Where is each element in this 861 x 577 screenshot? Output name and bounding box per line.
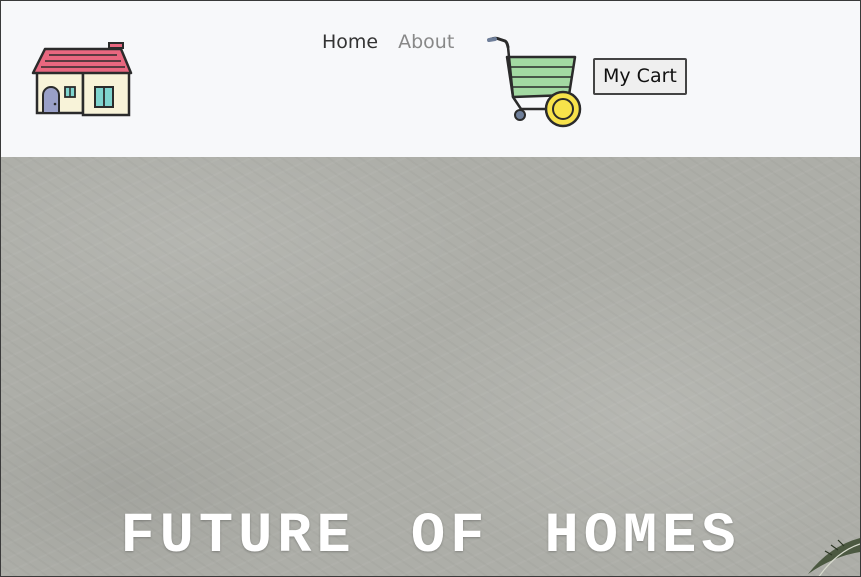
plant-leaf-icon: [808, 538, 860, 576]
my-cart-button[interactable]: My Cart: [593, 58, 687, 95]
nav-link-about[interactable]: About: [398, 31, 454, 53]
nav-link-home[interactable]: Home: [322, 31, 378, 53]
page-frame: Home About My Cart FUTURE OF HOMES: [0, 0, 861, 577]
main-nav: Home About: [322, 31, 454, 53]
shopping-cart-icon[interactable]: [487, 35, 583, 129]
hero-banner: FUTURE OF HOMES: [1, 157, 860, 576]
hero-title: FUTURE OF HOMES: [120, 505, 741, 569]
house-icon[interactable]: [31, 41, 135, 121]
navbar: Home About My Cart: [1, 1, 860, 157]
